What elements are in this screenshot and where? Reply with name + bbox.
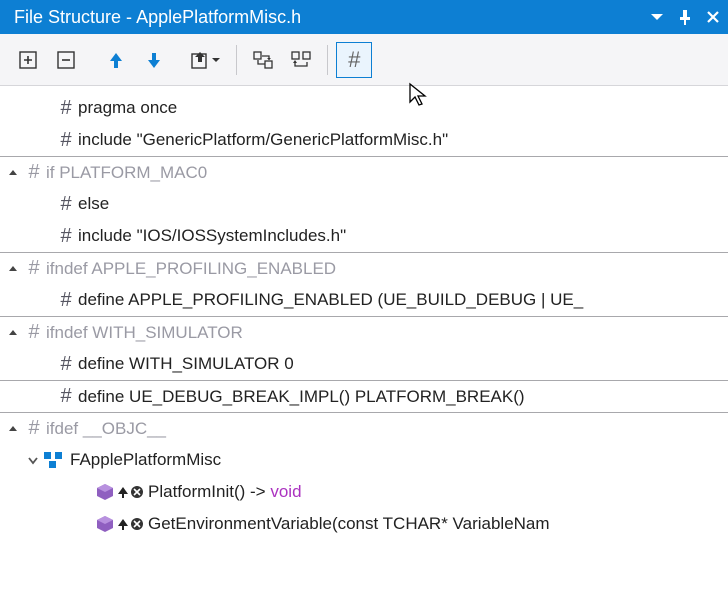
collapse-all-button[interactable] — [48, 42, 84, 78]
hash-icon: # — [54, 225, 78, 248]
up-button[interactable] — [98, 42, 134, 78]
hash-icon: # — [22, 161, 46, 184]
hash-icon: # — [22, 417, 46, 440]
chevron-down-icon[interactable] — [24, 451, 42, 469]
window-titlebar: File Structure - ApplePlatformMisc.h — [0, 0, 728, 34]
tree-item-label: define APPLE_PROFILING_ENABLED (UE_BUILD… — [78, 290, 583, 310]
caret-up-icon[interactable] — [4, 164, 22, 182]
toolbar-separator — [327, 45, 328, 75]
expand-all-button[interactable] — [10, 42, 46, 78]
tree-item-label: ifndef APPLE_PROFILING_ENABLED — [46, 259, 336, 279]
tree-item[interactable]: # include "GenericPlatform/GenericPlatfo… — [0, 124, 728, 156]
title-text: File Structure - ApplePlatformMisc.h — [14, 7, 650, 28]
hash-icon: # — [22, 321, 46, 344]
tree-item-label: ifdef __OBJC__ — [46, 419, 166, 439]
tree-method-item[interactable]: PlatformInit() -> void — [0, 476, 728, 508]
tree-group[interactable]: # ifndef WITH_SIMULATOR — [0, 316, 728, 348]
tree-class-item[interactable]: FApplePlatformMisc — [0, 444, 728, 476]
struct-icon — [42, 449, 64, 471]
tree-item[interactable]: # pragma once — [0, 92, 728, 124]
down-button[interactable] — [136, 42, 172, 78]
hash-icon: # — [54, 385, 78, 408]
tree-group[interactable]: # ifdef __OBJC__ — [0, 412, 728, 444]
method-icon — [94, 481, 116, 503]
tree-item-label: define WITH_SIMULATOR 0 — [78, 354, 294, 374]
toolbar: # — [0, 34, 728, 86]
hash-icon: # — [54, 193, 78, 216]
tree-item-label: include "IOS/IOSSystemIncludes.h" — [78, 226, 346, 246]
tree-item-label: define UE_DEBUG_BREAK_IMPL() PLATFORM_BR… — [78, 387, 525, 407]
dropdown-icon[interactable] — [650, 12, 664, 22]
tree-method-item[interactable]: GetEnvironmentVariable(const TCHAR* Vari… — [0, 508, 728, 540]
tree-group[interactable]: # ifndef APPLE_PROFILING_ENABLED — [0, 252, 728, 284]
tree-item[interactable]: # define UE_DEBUG_BREAK_IMPL() PLATFORM_… — [0, 380, 728, 412]
class-label: FApplePlatformMisc — [70, 450, 221, 470]
tree-item-label: include "GenericPlatform/GenericPlatform… — [78, 130, 448, 150]
structure-tree[interactable]: # pragma once # include "GenericPlatform… — [0, 86, 728, 540]
tree-item-label: if PLATFORM_MAC0 — [46, 163, 207, 183]
tree-item-label: pragma once — [78, 98, 177, 118]
tree-item[interactable]: # define WITH_SIMULATOR 0 — [0, 348, 728, 380]
tree-item[interactable]: # else — [0, 188, 728, 220]
method-label: PlatformInit() -> void — [148, 482, 302, 502]
modifier-badge — [116, 485, 144, 499]
caret-up-icon[interactable] — [4, 420, 22, 438]
tree-item[interactable]: # include "IOS/IOSSystemIncludes.h" — [0, 220, 728, 252]
show-inherited-button[interactable] — [245, 42, 281, 78]
method-icon — [94, 513, 116, 535]
hash-icon: # — [54, 289, 78, 312]
close-icon[interactable] — [706, 10, 720, 24]
hash-icon: # — [54, 97, 78, 120]
toolbar-separator — [236, 45, 237, 75]
modifier-badge — [116, 517, 144, 531]
tree-item-label: ifndef WITH_SIMULATOR — [46, 323, 243, 343]
tree-group[interactable]: # if PLATFORM_MAC0 — [0, 156, 728, 188]
hash-icon: # — [22, 257, 46, 280]
caret-up-icon[interactable] — [4, 324, 22, 342]
tree-item[interactable]: # define APPLE_PROFILING_ENABLED (UE_BUI… — [0, 284, 728, 316]
caret-up-icon[interactable] — [4, 260, 22, 278]
method-label: GetEnvironmentVariable(const TCHAR* Vari… — [148, 514, 550, 534]
preprocessor-toggle-button[interactable]: # — [336, 42, 372, 78]
pin-icon[interactable] — [678, 9, 692, 25]
hash-icon: # — [54, 129, 78, 152]
export-button[interactable] — [184, 42, 228, 78]
sync-button[interactable] — [283, 42, 319, 78]
hash-icon: # — [54, 353, 78, 376]
tree-item-label: else — [78, 194, 109, 214]
